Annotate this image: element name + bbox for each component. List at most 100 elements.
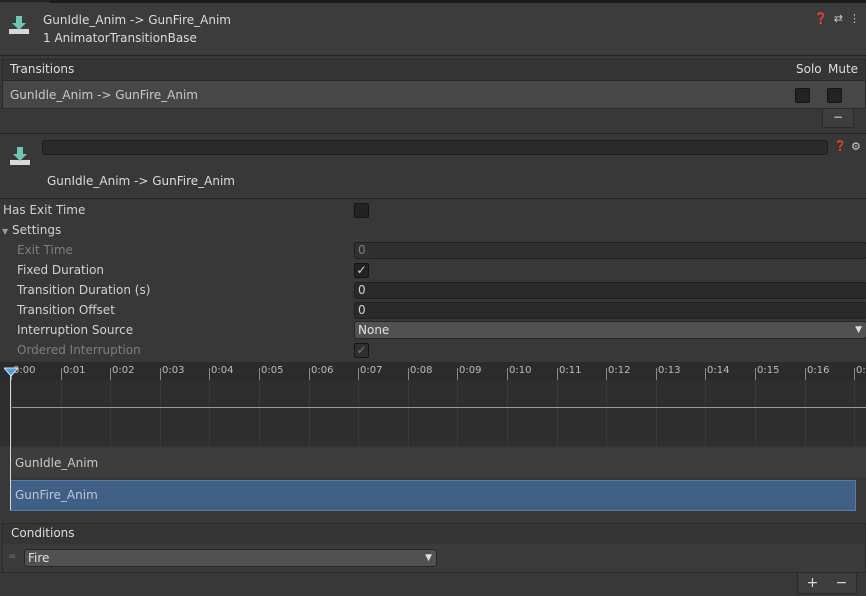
- timeline-grid-line: [507, 380, 508, 446]
- timeline-grid-line: [11, 380, 12, 446]
- transition-offset-label: Transition Offset: [17, 303, 115, 317]
- interruption-source-dropdown[interactable]: None ▼: [354, 321, 866, 339]
- destination-state-label: GunFire_Anim: [15, 488, 98, 502]
- ordered-interruption-label: Ordered Interruption: [17, 343, 141, 357]
- timeline-tick-label: 0:15: [757, 365, 780, 376]
- transition-name-field[interactable]: [42, 140, 828, 155]
- timeline-tick: [160, 368, 161, 380]
- timeline-tick: [705, 368, 706, 380]
- timeline-tick-label: 0:07: [360, 365, 383, 376]
- timeline-tick: [557, 368, 558, 380]
- transition-offset-field[interactable]: 0: [354, 302, 866, 319]
- timeline-grid-line: [656, 380, 657, 446]
- transition-icon: [9, 145, 31, 167]
- timeline-tick-label: 0:14: [707, 365, 730, 376]
- timeline-tick-label: 0:05: [261, 365, 284, 376]
- mute-label: Mute: [828, 62, 859, 76]
- ordered-interruption-checkbox[interactable]: ✓: [354, 343, 369, 358]
- source-state-bar[interactable]: GunIdle_Anim: [10, 448, 866, 477]
- timeline-tick: [854, 368, 855, 380]
- timeline-grid-line: [358, 380, 359, 446]
- timeline-grid-line: [209, 380, 210, 446]
- timeline-tick: [259, 368, 260, 380]
- transition-icon: [8, 14, 30, 36]
- gear-icon[interactable]: ⚙: [851, 140, 861, 153]
- source-state-label: GunIdle_Anim: [15, 456, 99, 470]
- remove-condition-button[interactable]: −: [836, 575, 848, 591]
- fixed-duration-checkbox[interactable]: ✓: [354, 263, 369, 278]
- timeline-tick: [507, 368, 508, 380]
- timeline-grid-line: [408, 380, 409, 446]
- preset-icon[interactable]: ⇄: [834, 12, 843, 25]
- has-exit-time-label: Has Exit Time: [3, 203, 86, 217]
- solo-checkbox[interactable]: [795, 88, 810, 103]
- exit-time-field[interactable]: 0: [354, 242, 866, 259]
- menu-icon[interactable]: ⋮: [849, 12, 860, 25]
- foldout-arrow-icon: ▼: [2, 227, 9, 236]
- timeline-tick-label: 0:13: [658, 365, 681, 376]
- timeline-grid-line: [805, 380, 806, 446]
- timeline-grid-line: [854, 380, 855, 446]
- timeline-grid-line: [160, 380, 161, 446]
- exit-time-label: Exit Time: [17, 243, 73, 257]
- dropdown-arrow-icon: ▼: [425, 553, 432, 563]
- help-icon[interactable]: ❓: [814, 12, 828, 25]
- transitions-label: Transitions: [10, 62, 75, 76]
- timeline-tick-label: 0:03: [162, 365, 185, 376]
- check-icon: ✓: [356, 343, 367, 357]
- timeline-tick: [110, 368, 111, 380]
- header-subtitle: 1 AnimatorTransitionBase: [43, 31, 197, 45]
- timeline-tick: [805, 368, 806, 380]
- inspector-header: GunIdle_Anim -> GunFire_Anim 1 AnimatorT…: [0, 3, 866, 56]
- timeline-tick-label: 0:02: [112, 365, 135, 376]
- playhead-line[interactable]: [10, 368, 11, 510]
- timeline-grid-line: [557, 380, 558, 446]
- timeline-tick: [755, 368, 756, 380]
- check-icon: ✓: [356, 263, 367, 277]
- solo-label: Solo: [796, 62, 822, 76]
- transition-curve: [12, 407, 866, 408]
- transition-display-name: GunIdle_Anim -> GunFire_Anim: [47, 174, 235, 188]
- dropdown-arrow-icon: ▼: [855, 325, 862, 335]
- transitions-header: [2, 59, 866, 81]
- transition-row-name: GunIdle_Anim -> GunFire_Anim: [10, 88, 198, 102]
- conditions-label: Conditions: [11, 526, 75, 540]
- timeline-grid-line: [705, 380, 706, 446]
- timeline-tick-label: 0:17: [856, 365, 866, 376]
- divider: [0, 133, 866, 134]
- timeline-grid-line: [61, 380, 62, 446]
- has-exit-time-checkbox[interactable]: [354, 203, 369, 218]
- help-icon[interactable]: ❓: [834, 141, 846, 152]
- playhead-marker-icon[interactable]: [2, 365, 20, 379]
- mute-checkbox[interactable]: [827, 88, 842, 103]
- conditions-header: Conditions: [2, 523, 866, 545]
- destination-state-bar[interactable]: GunFire_Anim: [10, 480, 856, 511]
- header-icons: ❓ ⇄ ⋮: [814, 12, 860, 25]
- timeline-tick: [606, 368, 607, 380]
- timeline-tick: [209, 368, 210, 380]
- interruption-source-value: None: [358, 323, 390, 337]
- timeline-tick: [408, 368, 409, 380]
- interruption-source-label: Interruption Source: [17, 323, 134, 337]
- timeline-tick-label: 0:08: [410, 365, 433, 376]
- timeline-grid-line: [755, 380, 756, 446]
- timeline-tick-label: 0:01: [63, 365, 86, 376]
- timeline-tick-label: 0:11: [559, 365, 582, 376]
- timeline-tick-label: 0:04: [211, 365, 234, 376]
- timeline-grid-line: [110, 380, 111, 446]
- timeline-grid-line: [606, 380, 607, 446]
- header-title: GunIdle_Anim -> GunFire_Anim: [43, 13, 231, 27]
- drag-handle-icon[interactable]: =: [8, 551, 16, 562]
- timeline-tick-label: 0:09: [459, 365, 482, 376]
- divider: [0, 198, 866, 199]
- transition-duration-field[interactable]: 0: [354, 282, 866, 299]
- remove-transition-button[interactable]: −: [822, 108, 854, 128]
- settings-foldout[interactable]: ▼ Settings: [2, 223, 61, 237]
- timeline-tick: [358, 368, 359, 380]
- timeline-tick-label: 0:06: [311, 365, 334, 376]
- add-condition-button[interactable]: +: [807, 575, 819, 591]
- condition-parameter-dropdown[interactable]: Fire ▼: [24, 549, 437, 567]
- timeline-tick-label: 0:16: [807, 365, 830, 376]
- transition-duration-label: Transition Duration (s): [17, 283, 151, 297]
- condition-buttons: + −: [797, 572, 857, 594]
